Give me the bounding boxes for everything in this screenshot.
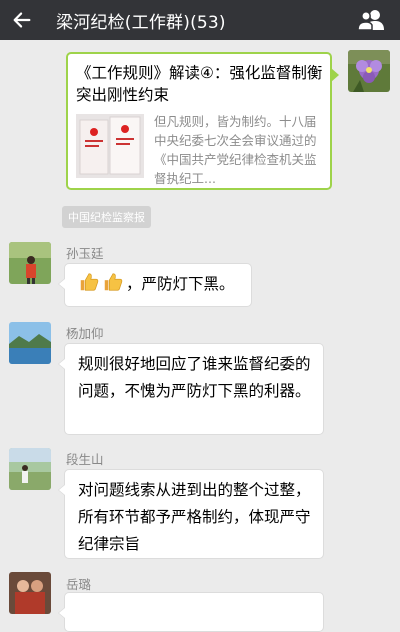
landscape-avatar-image — [9, 322, 51, 364]
back-button[interactable] — [0, 0, 44, 40]
group-members-icon — [357, 10, 384, 31]
message-text: 对问题线索从进到出的整个过整，所有环节都予严格制约，体现严守纪律宗旨 — [78, 481, 311, 553]
sender-name: 岳璐 — [66, 577, 92, 592]
person-avatar-image — [9, 242, 51, 284]
group-members-button[interactable] — [356, 6, 386, 34]
message-bubble[interactable]: 规则很好地回应了谁来监督纪委的问题，不愧为严防灯下黑的利器。 — [58, 343, 324, 435]
message-bubble[interactable]: 对问题线索从进到出的整个过整，所有环节都予严格制约，体现严守纪律宗旨 — [58, 469, 324, 559]
avatar-sender-1[interactable] — [9, 242, 51, 284]
people-avatar-image — [9, 572, 51, 614]
sender-name: 段生山 — [66, 452, 104, 467]
article-description: 但凡规则，皆为制约。十八届中央纪委七次全会审议通过的《中国共产党纪律检查机关监督… — [154, 114, 317, 186]
message-text: 规则很好地回应了谁来监督纪委的问题，不愧为严防灯下黑的利器。 — [78, 355, 311, 400]
avatar-sender-3[interactable] — [9, 448, 51, 490]
avatar-sender-2[interactable] — [9, 322, 51, 364]
back-arrow-icon — [13, 12, 31, 28]
chat-header: 梁河纪检(工作群)(53) — [0, 0, 400, 40]
avatar-sender-4[interactable] — [9, 572, 51, 614]
sender-name: 孙玉廷 — [66, 246, 104, 261]
article-source-tag[interactable]: 中国纪检监察报 — [62, 206, 151, 228]
chat-title: 梁河纪检(工作群)(53) — [56, 12, 226, 33]
message-bubble[interactable] — [58, 592, 324, 632]
field-avatar-image — [9, 448, 51, 490]
message-text: ，严防灯下黑。 — [126, 275, 235, 293]
flower-avatar-image — [348, 50, 390, 92]
article-thumbnail — [76, 114, 144, 178]
thumbs-up-icon — [80, 273, 99, 291]
thumbs-up-icon — [104, 273, 123, 291]
my-avatar[interactable] — [348, 50, 390, 92]
article-title: 《工作规则》解读④：强化监督制衡 突出刚性约束 — [76, 64, 323, 104]
shared-article-card[interactable]: 《工作规则》解读④：强化监督制衡 突出刚性约束 但凡规则，皆为制约。十八届中央纪… — [66, 52, 339, 190]
message-bubble[interactable]: ，严防灯下黑。 — [58, 263, 252, 307]
sender-name: 杨加仰 — [66, 326, 104, 341]
